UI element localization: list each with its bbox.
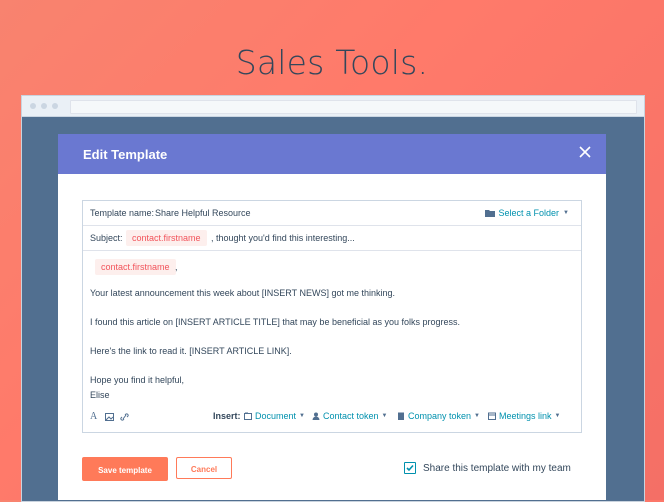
- insert-item-label: Contact token: [323, 411, 379, 421]
- select-folder-label: Select a Folder: [498, 208, 560, 218]
- body-line: Elise: [90, 390, 110, 400]
- modal-title: Edit Template: [83, 147, 168, 162]
- insert-contact-token-dropdown[interactable]: Contact token ▼: [312, 411, 388, 421]
- insert-document-dropdown[interactable]: Document ▼: [244, 411, 305, 421]
- edit-template-modal: Edit Template Template name: Share Helpf…: [58, 134, 606, 500]
- editor-toolbar: A Insert: Document ▼ Contact token ▼ Com…: [90, 411, 569, 425]
- select-folder-dropdown[interactable]: Select a Folder ▼: [484, 208, 569, 218]
- insert-item-label: Company token: [408, 411, 472, 421]
- chevron-down-icon: ▼: [299, 413, 305, 419]
- address-bar[interactable]: [70, 100, 637, 114]
- chevron-down-icon: ▼: [563, 210, 569, 216]
- image-icon[interactable]: [105, 413, 114, 421]
- greeting-punctuation: ,: [175, 262, 178, 272]
- person-icon: [312, 412, 320, 420]
- chevron-down-icon: ▼: [554, 413, 561, 419]
- body-line: Here's the link to read it. [INSERT ARTI…: [90, 346, 292, 356]
- folder-icon: [484, 210, 495, 217]
- share-template-checkbox-row[interactable]: Share this template with my team: [404, 462, 571, 474]
- subject-token[interactable]: contact.firstname: [126, 230, 207, 246]
- save-template-button[interactable]: Save template: [82, 457, 168, 481]
- body-line: Your latest announcement this week about…: [90, 288, 395, 298]
- close-icon[interactable]: [578, 145, 592, 159]
- insert-item-label: Document: [255, 411, 297, 421]
- insert-company-token-dropdown[interactable]: Company token ▼: [397, 411, 480, 421]
- subject-text[interactable]: , thought you'd find this interesting...: [211, 233, 355, 243]
- window-dot-icon: [30, 103, 36, 109]
- calendar-icon: [488, 412, 496, 420]
- window-dot-icon: [41, 103, 47, 109]
- headline: Sales Tools.: [235, 43, 429, 82]
- greeting-token[interactable]: contact.firstname: [95, 259, 176, 275]
- text-format-icon[interactable]: A: [90, 411, 97, 422]
- insert-meetings-link-dropdown[interactable]: Meetings link ▼: [488, 411, 560, 421]
- subject-label: Subject:: [90, 233, 123, 243]
- company-icon: [398, 412, 404, 420]
- template-name-label: Template name:: [90, 208, 155, 218]
- template-name-row: Template name: Share Helpful Resource Se…: [83, 201, 581, 226]
- insert-item-label: Meetings link: [499, 411, 552, 421]
- share-template-label: Share this template with my team: [423, 462, 571, 474]
- insert-label: Insert:: [213, 411, 241, 421]
- template-name-input[interactable]: Share Helpful Resource: [155, 208, 251, 218]
- template-editor: Template name: Share Helpful Resource Se…: [82, 200, 582, 433]
- modal-header: Edit Template: [58, 134, 606, 174]
- browser-toolbar: [22, 96, 644, 117]
- checkmark-icon: [406, 464, 414, 472]
- chevron-down-icon: ▼: [381, 413, 388, 419]
- document-icon: [244, 412, 252, 420]
- chevron-down-icon: ▼: [474, 413, 480, 419]
- body-line: I found this article on [INSERT ARTICLE …: [90, 317, 461, 327]
- subject-row: Subject: contact.firstname , thought you…: [83, 226, 581, 251]
- body-line: Hope you find it helpful,: [90, 375, 185, 385]
- cancel-button[interactable]: Cancel: [176, 457, 232, 479]
- link-icon[interactable]: [120, 412, 129, 422]
- share-checkbox[interactable]: [404, 462, 416, 474]
- window-dot-icon: [52, 103, 58, 109]
